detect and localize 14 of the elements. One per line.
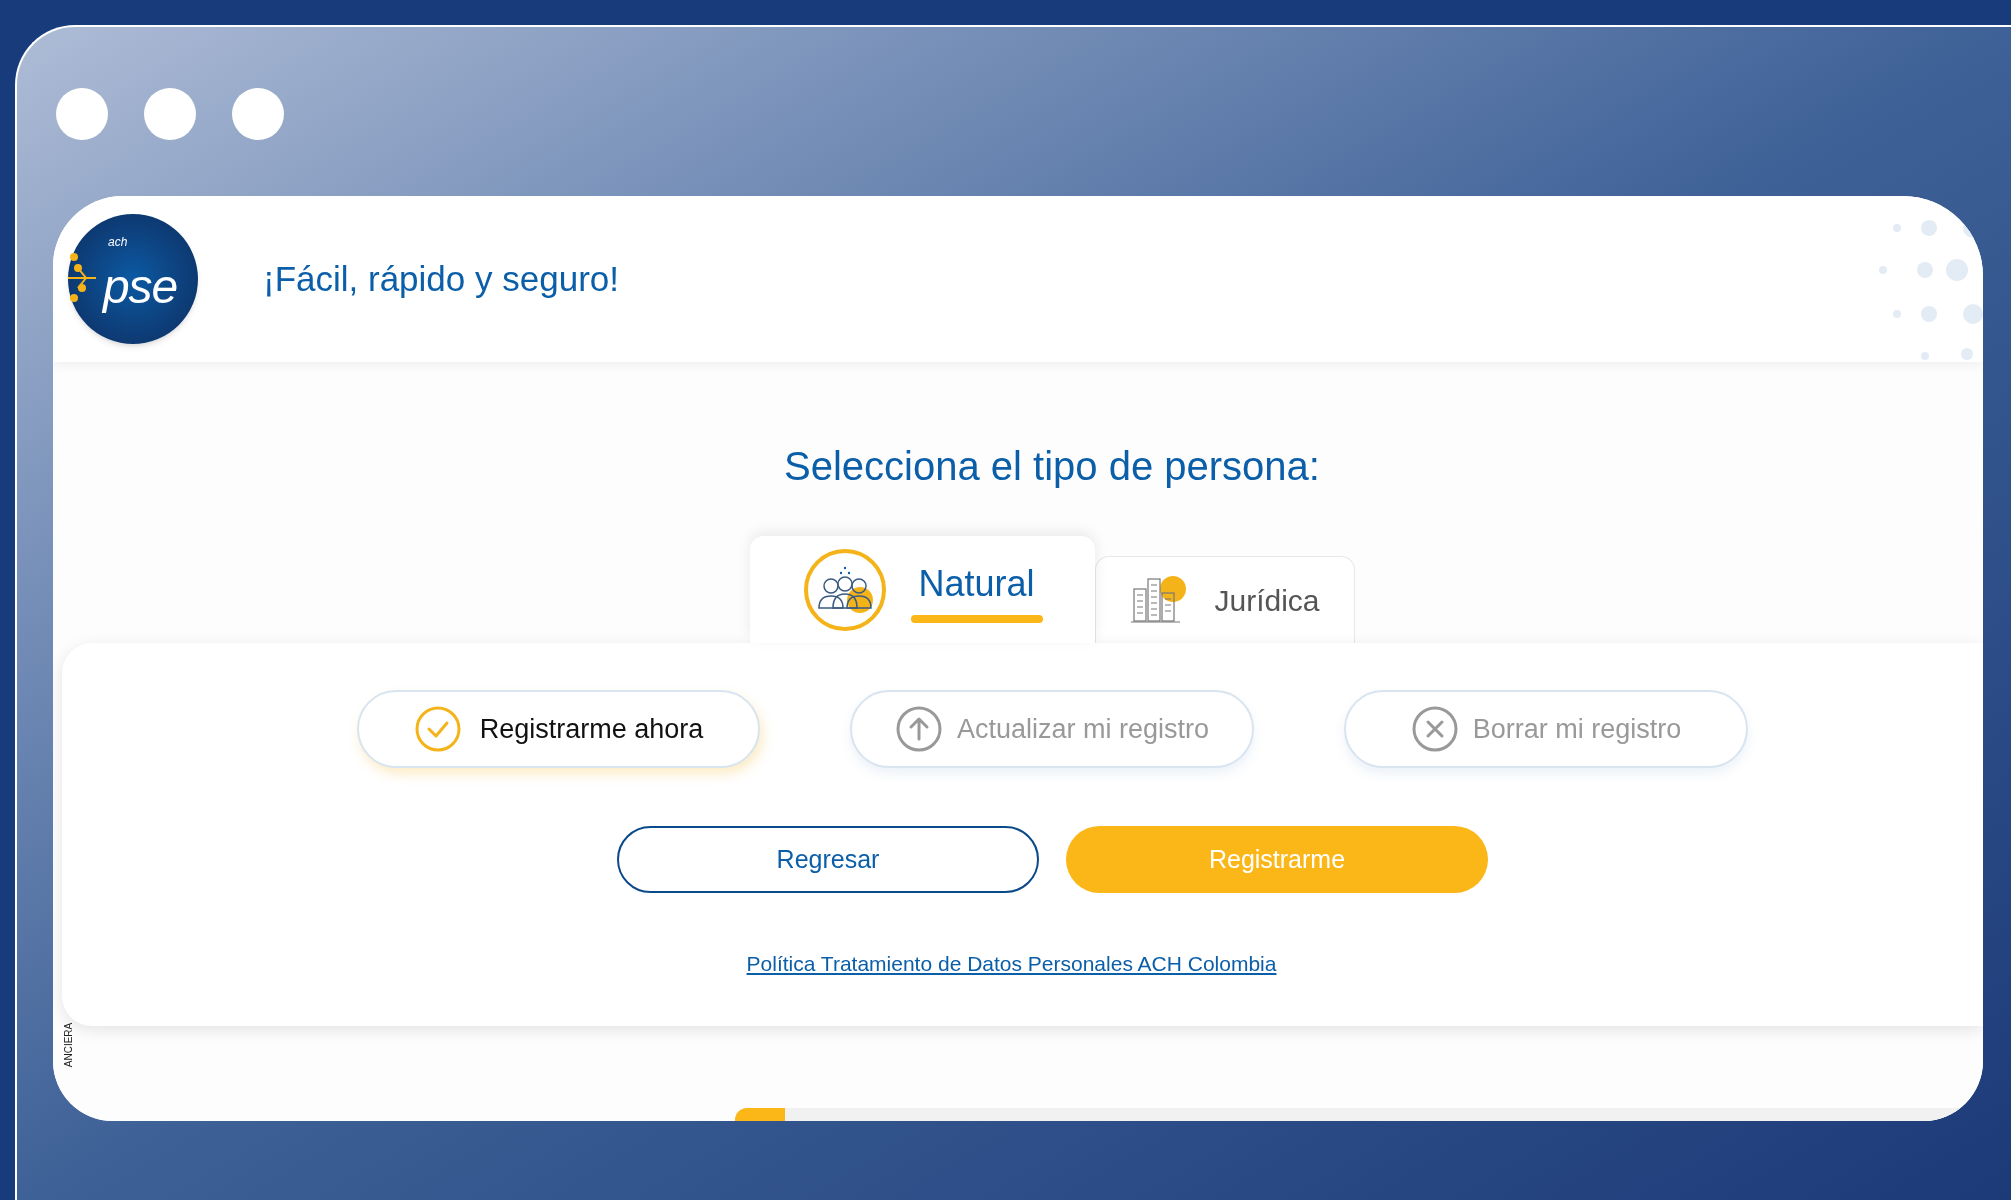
logo-text: pse bbox=[103, 263, 177, 311]
action-option[interactable]: Registrarme ahora bbox=[357, 690, 760, 768]
person-type-tab[interactable]: Jurídica bbox=[1095, 556, 1355, 643]
logo-subtext: ach bbox=[108, 236, 128, 248]
check-icon bbox=[413, 705, 462, 753]
section-heading: Selecciona el tipo de persona: bbox=[784, 444, 1320, 488]
vertical-label: ANCIERA bbox=[64, 1022, 75, 1068]
circuit-icon bbox=[68, 252, 98, 304]
back-button[interactable]: Regresar bbox=[617, 826, 1039, 893]
people-icon bbox=[802, 547, 887, 632]
privacy-policy-link[interactable]: Política Tratamiento de Datos Personales ACH Colombia bbox=[746, 952, 1277, 975]
tagline: ¡Fácil, rápido y seguro! bbox=[263, 257, 619, 300]
close-icon bbox=[1410, 705, 1459, 753]
person-type-tab[interactable]: Natural bbox=[750, 536, 1095, 643]
